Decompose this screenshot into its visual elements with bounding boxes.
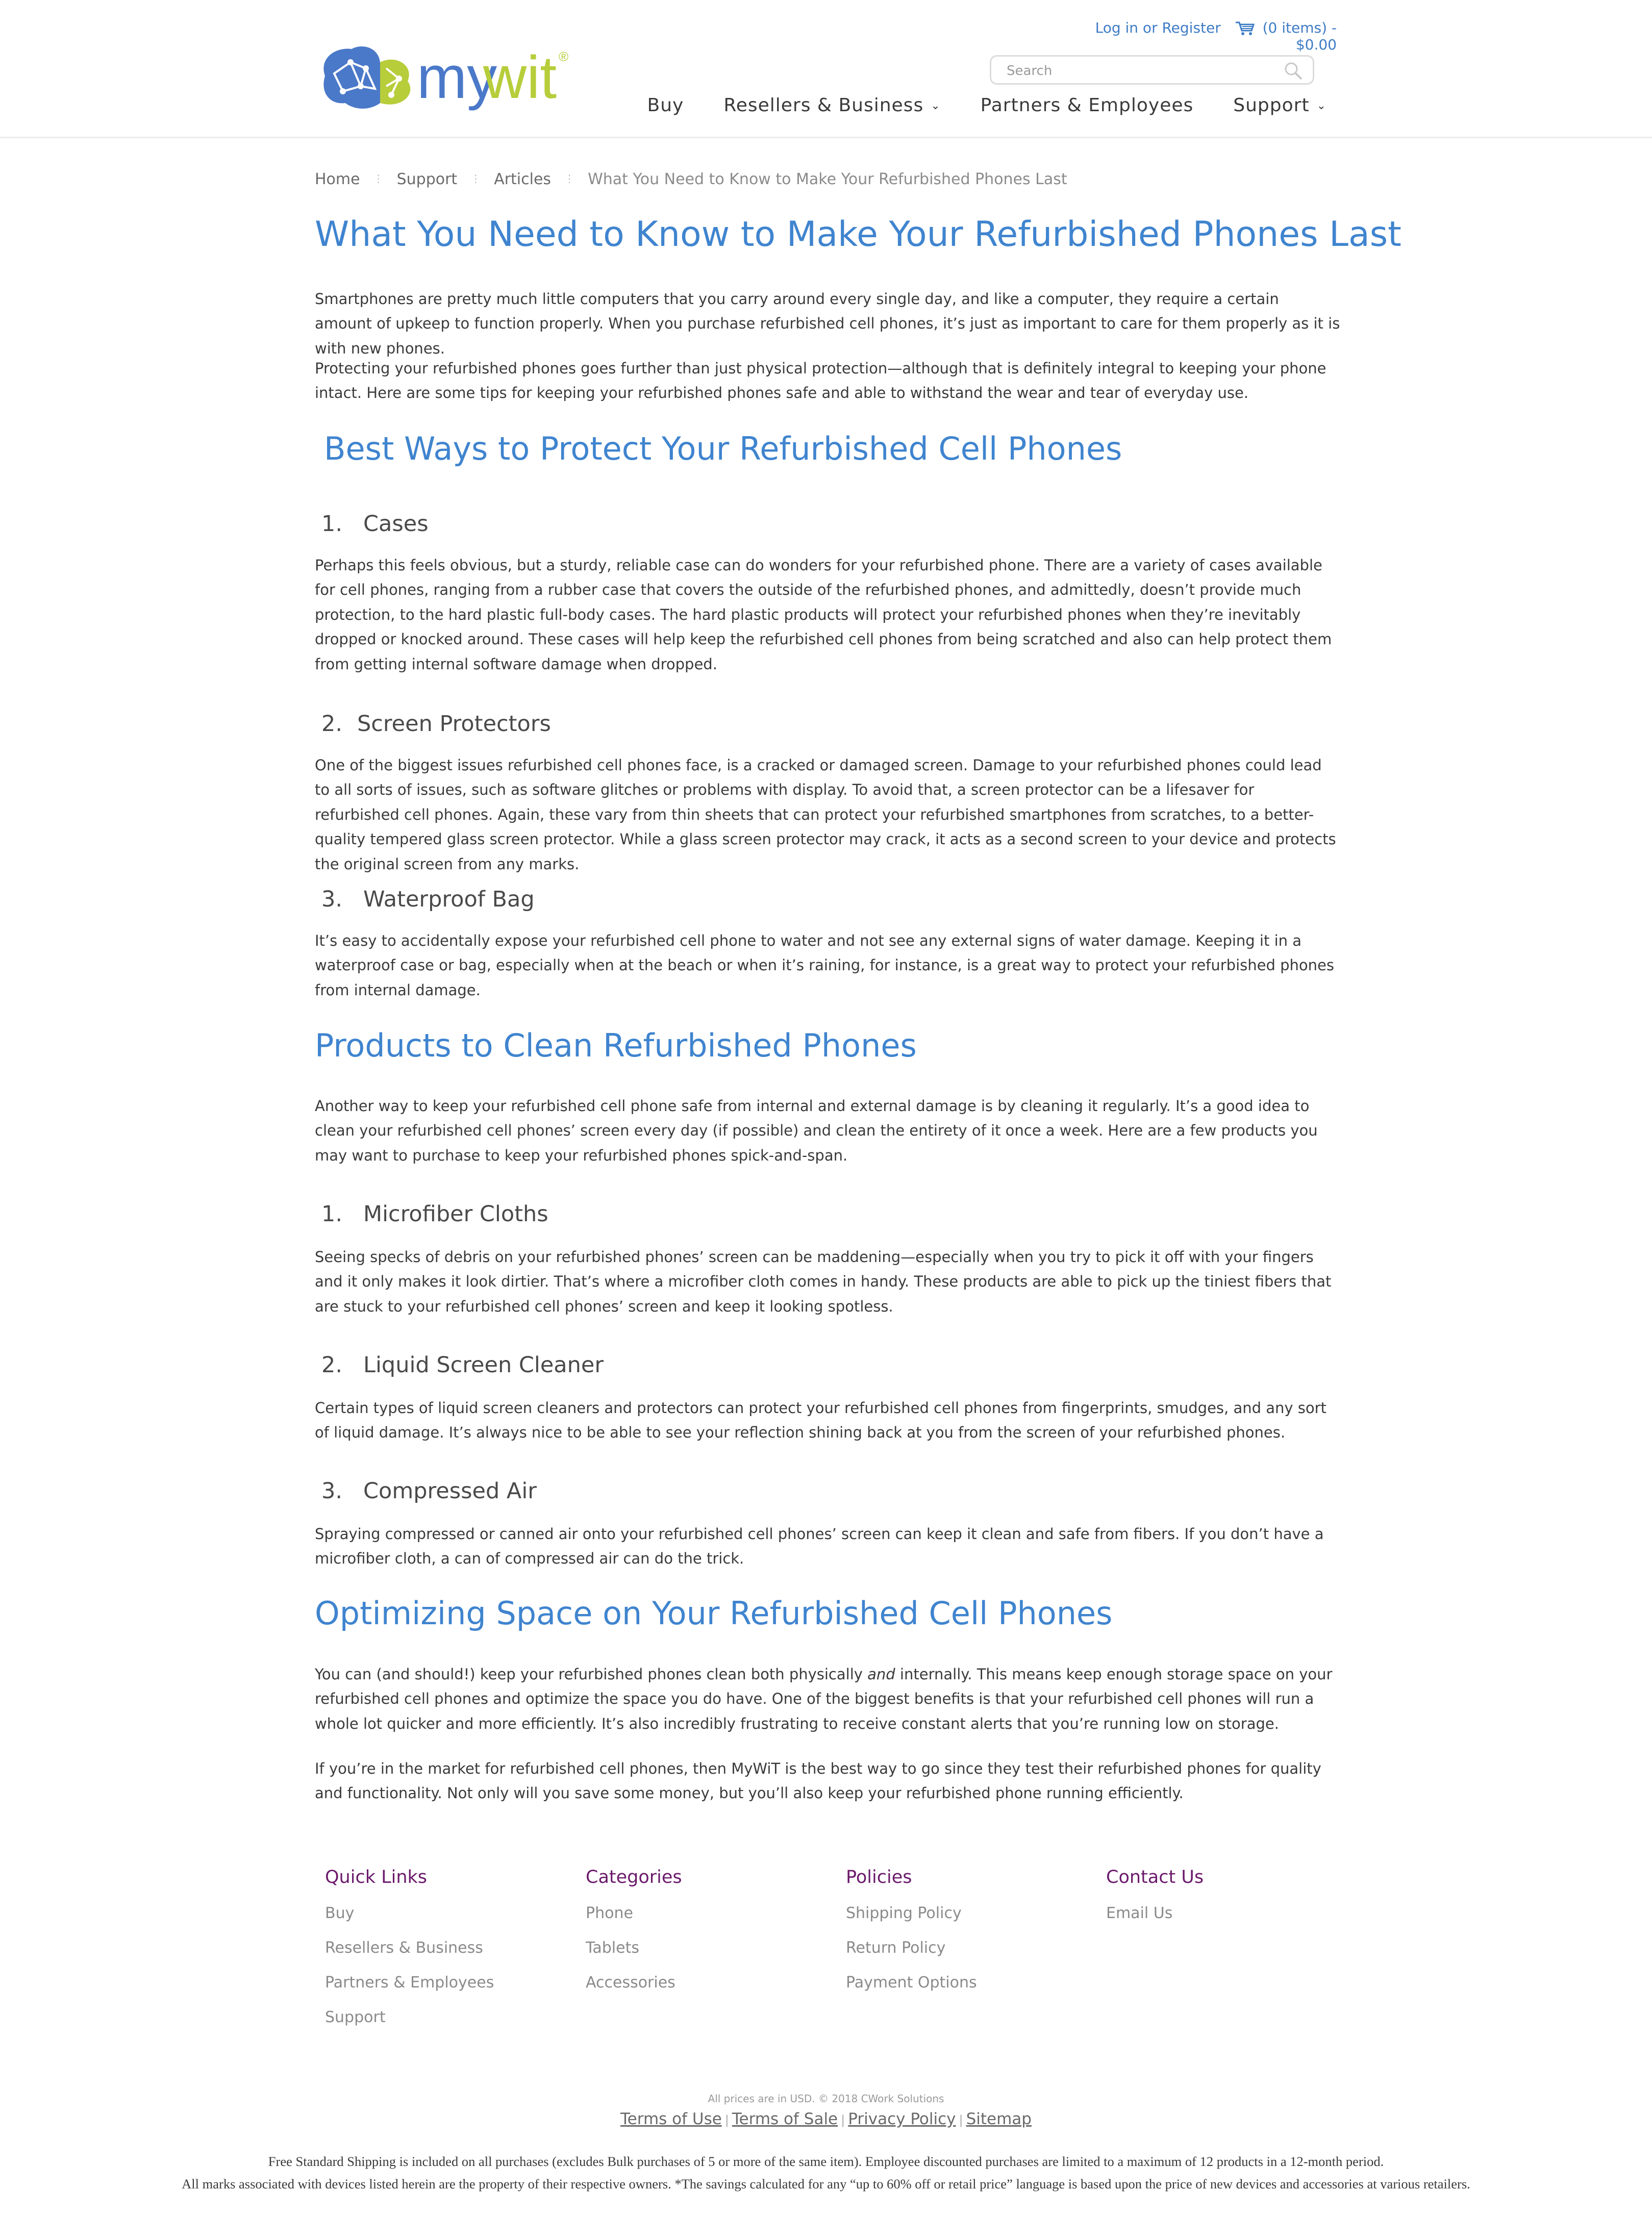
footer-link-buy[interactable]: Buy xyxy=(325,1905,570,1922)
item-number: 2. xyxy=(321,1352,343,1378)
subheading-compressed-air: 3. Compressed Air xyxy=(321,1478,537,1504)
compressed-air-paragraph: Spraying compressed or canned air onto y… xyxy=(315,1525,1324,1568)
footer-bottom-links: Terms of Use | Terms of Sale | Privacy Polic… xyxy=(0,2110,1652,2128)
legal-text-shipping: Free Standard Shipping is included on al… xyxy=(268,2154,1384,2169)
legal-text-trademarks: All marks associated with devices listed… xyxy=(182,2176,1470,2191)
breadcrumb-separator: ⋮ xyxy=(470,172,481,185)
screen-protectors-paragraph: One of the biggest issues refurbished ce… xyxy=(315,757,1336,873)
page-title: What You Need to Know to Make Your Refur… xyxy=(315,214,1401,255)
privacy-policy-link[interactable]: Privacy Policy xyxy=(848,2110,956,2128)
breadcrumb-support[interactable]: Support xyxy=(397,170,458,188)
account-bar: Log in or Register (0 items) - $0.00 xyxy=(1051,19,1337,53)
item-title: Cases xyxy=(363,511,429,537)
footer-link-accessories[interactable]: Accessories xyxy=(586,1974,831,1991)
footer-link-resellers[interactable]: Resellers & Business xyxy=(325,1939,570,1956)
cart-summary: (0 items) - $0.00 xyxy=(1262,19,1337,53)
clean-intro-paragraph: Another way to keep your refurbished cel… xyxy=(315,1097,1318,1164)
waterproof-bag-paragraph: It’s easy to accidentally expose your re… xyxy=(315,932,1334,999)
item-number: 1. xyxy=(321,511,343,537)
logo-registered-mark: ® xyxy=(559,49,568,64)
footer-column-quick-links: Quick Links Buy Resellers & Business Par… xyxy=(325,1867,570,2044)
nav-buy-label: Buy xyxy=(647,95,684,116)
item-title: Waterproof Bag xyxy=(363,887,535,912)
item-number: 3. xyxy=(321,1478,343,1504)
section-heading-protect: Best Ways to Protect Your Refurbished Ce… xyxy=(324,430,1122,467)
brain-icon xyxy=(323,46,411,109)
subheading-waterproof-bag: 3. Waterproof Bag xyxy=(321,887,535,912)
footer-column-contact: Contact Us Email Us xyxy=(1106,1867,1351,1939)
footer-link-tablets[interactable]: Tablets xyxy=(586,1939,831,1956)
microfiber-paragraph: Seeing specks of debris on your refurbis… xyxy=(315,1248,1332,1315)
item-title: Compressed Air xyxy=(363,1478,537,1504)
subheading-screen-protectors: 2. Screen Protectors xyxy=(321,711,551,737)
breadcrumb-home[interactable]: Home xyxy=(315,170,360,188)
chevron-down-icon: ⌄ xyxy=(931,99,941,112)
logo-text-wit: wit xyxy=(483,44,557,111)
sitemap-link[interactable]: Sitemap xyxy=(966,2110,1032,2128)
item-title: Screen Protectors xyxy=(357,711,551,737)
footer-link-email-us[interactable]: Email Us xyxy=(1106,1905,1351,1922)
breadcrumb-separator: ⋮ xyxy=(373,172,384,185)
item-title: Microfiber Cloths xyxy=(363,1201,548,1227)
intro-paragraph-1: Smartphones are pretty much little compu… xyxy=(315,290,1340,357)
mywit-logo[interactable]: my wit ® xyxy=(315,38,575,114)
terms-of-sale-link[interactable]: Terms of Sale xyxy=(732,2110,838,2128)
optimize-paragraph-1: You can (and should!) keep your refurbis… xyxy=(315,1662,1340,1736)
breadcrumb-current: What You Need to Know to Make Your Refur… xyxy=(588,170,1067,188)
footer-heading: Contact Us xyxy=(1106,1867,1204,1887)
nav-resellers-business[interactable]: Resellers & Business ⌄ xyxy=(723,95,940,123)
search-box xyxy=(990,55,1314,85)
breadcrumb: Home ⋮ Support ⋮ Articles ⋮ What You Need to K… xyxy=(315,170,1067,188)
footer-heading: Policies xyxy=(846,1867,912,1887)
nav-support[interactable]: Support ⌄ xyxy=(1233,95,1326,123)
breadcrumb-articles[interactable]: Articles xyxy=(494,170,551,188)
footer-link-support[interactable]: Support xyxy=(325,2009,570,2026)
footer-column-policies: Policies Shipping Policy Return Policy P… xyxy=(846,1867,1091,2009)
subheading-microfiber-cloths: 1. Microfiber Cloths xyxy=(321,1201,548,1227)
cases-paragraph: Perhaps this feels obvious, but a sturdy… xyxy=(315,557,1332,673)
cart-link[interactable]: (0 items) - $0.00 xyxy=(1235,19,1337,53)
subheading-liquid-screen-cleaner: 2. Liquid Screen Cleaner xyxy=(321,1352,604,1378)
optimize-text-emphasis: and xyxy=(867,1666,895,1683)
footer-link-partners[interactable]: Partners & Employees xyxy=(325,1974,570,1991)
item-number: 2. xyxy=(321,711,343,737)
site-header: my wit ® Log in or Register (0 items) - … xyxy=(0,0,1652,138)
footer-heading: Quick Links xyxy=(325,1867,428,1887)
footer-link-shipping-policy[interactable]: Shipping Policy xyxy=(846,1905,1091,1922)
nav-resellers-label: Resellers & Business xyxy=(723,95,924,116)
footer-heading: Categories xyxy=(586,1867,682,1887)
footer-link-phone[interactable]: Phone xyxy=(586,1905,831,1922)
footer-link-payment-options[interactable]: Payment Options xyxy=(846,1974,1091,1991)
nav-partners-employees[interactable]: Partners & Employees xyxy=(981,95,1194,123)
login-register-link[interactable]: Log in or Register xyxy=(1095,19,1221,36)
subheading-cases: 1. Cases xyxy=(321,511,429,537)
breadcrumb-separator: ⋮ xyxy=(564,172,575,185)
chevron-down-icon: ⌄ xyxy=(1316,99,1326,112)
item-number: 3. xyxy=(321,887,343,912)
link-divider: | xyxy=(841,2113,845,2127)
cart-icon xyxy=(1235,21,1255,35)
item-title: Liquid Screen Cleaner xyxy=(363,1352,604,1378)
terms-of-use-link[interactable]: Terms of Use xyxy=(620,2110,722,2128)
item-number: 1. xyxy=(321,1201,343,1227)
section-heading-clean: Products to Clean Refurbished Phones xyxy=(315,1027,917,1064)
copyright-text: All prices are in USD. © 2018 CWork Solu… xyxy=(708,2093,944,2105)
link-divider: | xyxy=(959,2113,963,2127)
nav-buy[interactable]: Buy xyxy=(647,95,684,123)
section-heading-optimize: Optimizing Space on Your Refurbished Cel… xyxy=(315,1595,1113,1632)
search-input[interactable] xyxy=(1006,62,1283,80)
optimize-paragraph-2: If you’re in the market for refurbished … xyxy=(315,1760,1321,1802)
nav-partners-label: Partners & Employees xyxy=(980,95,1194,116)
footer-column-categories: Categories Phone Tablets Accessories xyxy=(586,1867,831,2009)
liquid-cleaner-paragraph: Certain types of liquid screen cleaners … xyxy=(315,1399,1326,1442)
intro-paragraph-2: Protecting your refurbished phones goes … xyxy=(315,360,1326,402)
search-icon[interactable] xyxy=(1283,61,1304,81)
link-divider: | xyxy=(724,2113,729,2127)
nav-support-label: Support xyxy=(1233,95,1310,116)
optimize-text-a: You can (and should!) keep your refurbis… xyxy=(315,1666,868,1683)
footer-link-return-policy[interactable]: Return Policy xyxy=(846,1939,1091,1956)
main-nav: Buy Resellers & Business ⌄ Partners & Emp… xyxy=(647,95,1326,123)
